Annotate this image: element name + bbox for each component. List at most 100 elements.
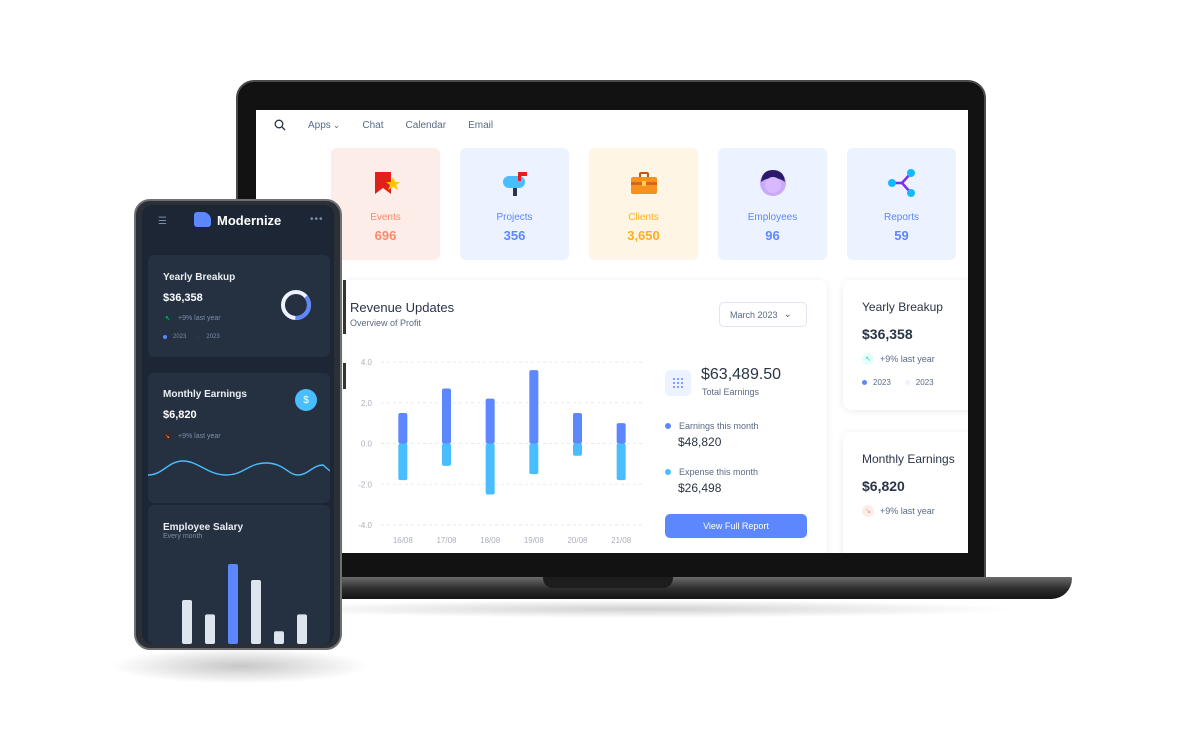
legend-dot <box>196 335 201 339</box>
salary-bar[interactable] <box>297 614 307 644</box>
nav-calendar-link[interactable]: Calendar <box>405 120 446 131</box>
earnings-bar[interactable] <box>398 412 408 444</box>
total-earnings-value: $63,489.50 <box>701 366 782 383</box>
monthly-wave-chart <box>843 540 968 553</box>
expense-bar[interactable] <box>616 443 626 481</box>
earnings-dot <box>665 423 671 429</box>
phone-monthly-wave-chart <box>148 460 330 476</box>
arrow-up-left-icon: ↖ <box>862 353 874 365</box>
phone-yearly-breakup-card: Yearly Breakup $36,358 ↖ +9% last year 2… <box>148 255 330 357</box>
earnings-bar[interactable] <box>442 388 451 444</box>
stat-label: Events <box>370 212 401 223</box>
phone-monthly-earnings-card: Monthly Earnings $6,820 ↘ +9% last year … <box>148 373 330 503</box>
yearly-change: ↖ +9% last year <box>862 353 935 365</box>
x-tick-label: 19/08 <box>524 536 545 545</box>
total-earnings-label: Total Earnings <box>702 387 760 397</box>
stat-card-reports[interactable]: Reports 59 <box>847 148 956 260</box>
x-tick-label: 21/08 <box>611 536 632 545</box>
phone-yearly-change: ↖ +9% last year <box>163 314 221 323</box>
earnings-bar[interactable] <box>616 423 626 444</box>
legend-dot <box>862 380 867 385</box>
stat-value: 96 <box>765 228 780 243</box>
salary-subtitle: Every month <box>163 533 203 540</box>
expense-bar[interactable] <box>485 443 495 495</box>
phone-screen: ☰ Modernize ••• Yearly Breakup $36,358 ↖… <box>142 205 334 644</box>
salary-bar[interactable] <box>274 631 284 644</box>
nav-email-link[interactable]: Email <box>468 120 493 131</box>
earnings-bar[interactable] <box>529 370 539 444</box>
legend-year: 2023 <box>206 334 220 340</box>
expense-bar[interactable] <box>529 443 539 475</box>
phone-monthly-value: $6,820 <box>163 409 197 421</box>
salary-bar[interactable] <box>205 614 215 644</box>
revenue-title: Revenue Updates <box>350 300 455 315</box>
yearly-value: $36,358 <box>862 326 913 342</box>
stat-card-clients[interactable]: Clients 3,650 <box>589 148 698 260</box>
monthly-change: ↘ +9% last year <box>862 505 935 517</box>
arrow-down-right-icon: ↘ <box>862 505 874 517</box>
salary-bar[interactable] <box>251 580 261 644</box>
top-navigation: Apps Chat Calendar Email <box>274 114 493 136</box>
yearly-legend: 2023 2023 <box>862 378 934 387</box>
yearly-donut-chart <box>281 290 311 320</box>
yearly-change-text: +9% last year <box>880 354 935 364</box>
stats-row: Events 696 Projects 356 Clients 3,650 Em… <box>331 148 956 260</box>
monthly-title: Monthly Earnings <box>862 452 955 466</box>
expense-bar[interactable] <box>573 443 582 456</box>
legend-year: 2023 <box>173 334 187 340</box>
phone-frame: ☰ Modernize ••• Yearly Breakup $36,358 ↖… <box>134 199 342 650</box>
more-options-icon[interactable]: ••• <box>310 214 324 225</box>
view-full-report-button[interactable]: View Full Report <box>665 514 807 538</box>
expense-bar[interactable] <box>398 443 408 481</box>
laptop-shadow <box>260 600 1020 618</box>
expense-value: $26,498 <box>678 481 722 495</box>
phone-monthly-change: ↘ +9% last year <box>163 432 221 441</box>
arrow-up-left-icon: ↖ <box>163 314 172 323</box>
stat-card-projects[interactable]: Projects 356 <box>460 148 569 260</box>
phone-monthly-title: Monthly Earnings <box>163 389 247 400</box>
monthly-change-text: +9% last year <box>880 506 935 516</box>
menu-icon[interactable]: ☰ <box>158 216 167 227</box>
dollar-icon: $ <box>295 389 317 411</box>
expense-label: Expense this month <box>679 467 759 477</box>
legend-dot <box>904 380 910 385</box>
nav-apps-menu[interactable]: Apps <box>308 120 340 131</box>
earnings-bar[interactable] <box>485 398 495 444</box>
phone-yearly-change-text: +9% last year <box>178 315 221 322</box>
expense-bar[interactable] <box>442 443 451 466</box>
stat-value: 3,650 <box>627 228 660 243</box>
stat-card-events[interactable]: Events 696 <box>331 148 440 260</box>
y-tick-label: 2.0 <box>361 399 373 408</box>
earnings-legend: Earnings this month <box>665 421 759 431</box>
stat-value: 696 <box>374 228 397 243</box>
phone-yearly-value: $36,358 <box>163 292 203 304</box>
y-tick-label: 0.0 <box>361 440 373 449</box>
x-tick-label: 18/08 <box>480 536 501 545</box>
monthly-earnings-card: Monthly Earnings $6,820 ↘ +9% last year <box>843 432 968 553</box>
chevron-down-icon: ⌄ <box>783 309 792 320</box>
phone-shadow <box>110 648 370 684</box>
phone-employee-salary-card: Employee Salary Every month <box>148 505 330 644</box>
yearly-breakup-card: Yearly Breakup $36,358 ↖ +9% last year 2… <box>843 280 968 410</box>
salary-bar[interactable] <box>228 564 238 644</box>
laptop-notch <box>543 577 673 588</box>
y-tick-label: 4.0 <box>361 358 373 367</box>
laptop-screen: Apps Chat Calendar Email Events 696 Proj… <box>256 110 968 553</box>
search-icon[interactable] <box>274 119 286 131</box>
revenue-chart: 4.0 2.0 0.0 -2.0 -4.0 16/08 17/08 18/08 19/08 20… <box>358 358 643 545</box>
earnings-bar[interactable] <box>573 412 582 444</box>
nav-chat-link[interactable]: Chat <box>362 120 383 131</box>
stat-value: 356 <box>503 228 526 243</box>
stat-label: Reports <box>883 212 919 223</box>
salary-bar[interactable] <box>182 600 192 644</box>
salary-bar-chart <box>182 564 307 644</box>
stat-value: 59 <box>894 228 909 243</box>
side-button <box>343 363 346 389</box>
revenue-subtitle: Overview of Profit <box>350 318 422 328</box>
month-select-value: March 2023 <box>730 309 778 320</box>
month-select[interactable]: March 2023 ⌄ <box>719 302 807 327</box>
stat-card-employees[interactable]: Employees 96 <box>718 148 827 260</box>
phone-yearly-legend: 2023 2023 <box>163 334 220 340</box>
earnings-label: Earnings this month <box>679 421 759 431</box>
arrow-down-right-icon: ↘ <box>163 432 172 441</box>
